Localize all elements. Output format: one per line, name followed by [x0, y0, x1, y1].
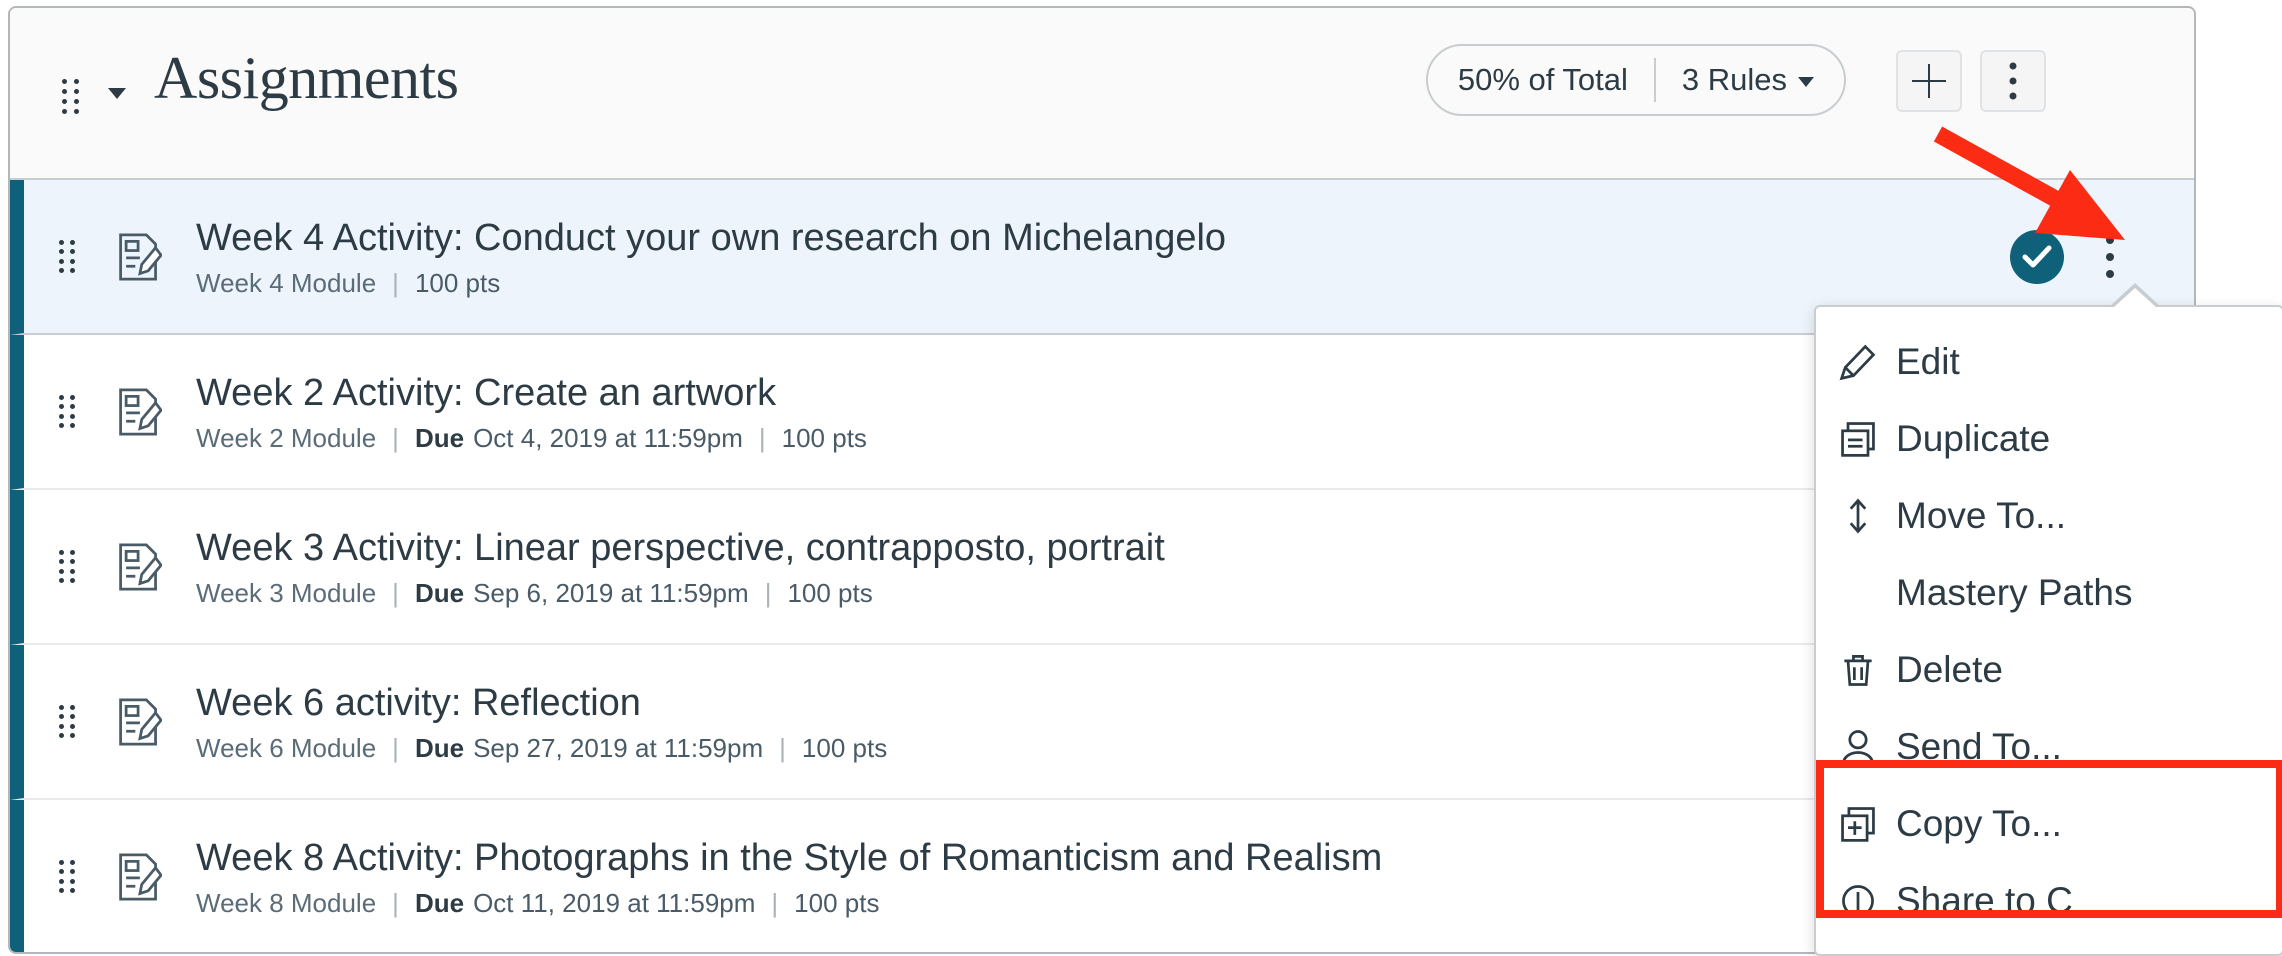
- move-updown-icon: [1838, 496, 1884, 536]
- assignment-points: 100 pts: [794, 887, 880, 918]
- assignment-points: 100 pts: [781, 422, 867, 453]
- context-menu-item-label: Share to C: [1896, 879, 2073, 921]
- drag-handle-icon[interactable]: [56, 703, 78, 741]
- due-date: Oct 11, 2019 at 11:59pm: [473, 887, 756, 918]
- meta-separator: |: [779, 732, 786, 763]
- user-icon: [1838, 727, 1884, 767]
- assignment-text: Week 4 Activity: Conduct your own resear…: [196, 215, 2010, 299]
- context-menu-item-mastery-paths[interactable]: Mastery Paths: [1816, 554, 2282, 631]
- popup-caret: [2113, 288, 2157, 308]
- assignment-icon: [116, 541, 162, 593]
- assignment-row-actions: [2010, 229, 2118, 284]
- assignment-module: Week 6 Module: [196, 732, 377, 763]
- context-menu-item-send-to[interactable]: Send To...: [1816, 708, 2282, 785]
- duplicate-icon: [1838, 419, 1884, 459]
- context-menu-item-copy-to[interactable]: Copy To...: [1816, 785, 2282, 862]
- pencil-icon: [1838, 342, 1884, 382]
- due-date: Sep 6, 2019 at 11:59pm: [473, 577, 749, 608]
- copy-plus-icon: [1838, 804, 1884, 844]
- assignment-module: Week 4 Module: [196, 267, 377, 298]
- meta-separator: |: [771, 887, 779, 918]
- meta-separator: |: [392, 887, 399, 918]
- assignment-title[interactable]: Week 4 Activity: Conduct your own resear…: [196, 215, 2010, 261]
- drag-handle-icon[interactable]: [56, 548, 78, 586]
- meta-separator: |: [758, 422, 766, 453]
- drag-handle-icon[interactable]: [56, 238, 78, 276]
- caret-down-icon[interactable]: [108, 88, 126, 99]
- group-rules-button[interactable]: 3 Rules: [1656, 46, 1844, 114]
- due-label: Due: [414, 577, 465, 608]
- drag-handle-icon[interactable]: [58, 76, 82, 116]
- meta-separator: |: [392, 422, 399, 453]
- trash-icon: [1838, 650, 1884, 690]
- meta-separator: |: [392, 732, 399, 763]
- context-menu-item-edit[interactable]: Edit: [1816, 323, 2282, 400]
- assignment-group-header: Assignments 50% of Total 3 Rules: [10, 8, 2194, 178]
- page-title: Assignments: [154, 45, 459, 111]
- due-label: Due: [414, 887, 465, 918]
- assignment-icon: [116, 851, 162, 903]
- assignment-points: 100 pts: [414, 267, 501, 298]
- meta-separator: |: [392, 577, 399, 608]
- share-icon: [1838, 881, 1884, 921]
- context-menu-item-label: Duplicate: [1896, 417, 2051, 459]
- context-menu-list: Edit Duplicate Move To... Mastery Paths Dele…: [1816, 307, 2282, 939]
- assignment-more-options-button[interactable]: [2102, 232, 2118, 282]
- assignment-module: Week 8 Module: [196, 887, 377, 918]
- context-menu-item-duplicate[interactable]: Duplicate: [1816, 400, 2282, 477]
- assignment-icon: [116, 386, 162, 438]
- chevron-down-icon: [1798, 77, 1814, 87]
- assignment-module: Week 2 Module: [196, 422, 377, 453]
- published-icon[interactable]: [2010, 229, 2064, 284]
- assignment-module: Week 3 Module: [196, 577, 377, 608]
- assignment-context-menu: Edit Duplicate Move To... Mastery Paths Dele…: [1814, 305, 2282, 956]
- context-menu-item-label: Edit: [1896, 340, 1960, 382]
- plus-icon: [1912, 64, 1946, 98]
- context-menu-item-label: Send To...: [1896, 725, 2062, 767]
- assignment-icon: [116, 231, 162, 283]
- due-date: Sep 27, 2019 at 11:59pm: [473, 732, 764, 763]
- kebab-menu-icon: [2009, 62, 2017, 100]
- assignment-points: 100 pts: [801, 732, 888, 763]
- due-date: Oct 4, 2019 at 11:59pm: [473, 422, 743, 453]
- assignment-meta: Week 4 Module | 100 pts: [196, 267, 2010, 299]
- context-menu-item-move-to[interactable]: Move To...: [1816, 477, 2282, 554]
- group-rules-label: 3 Rules: [1681, 62, 1787, 97]
- group-weight-label: 50% of Total: [1457, 62, 1628, 97]
- drag-handle-icon[interactable]: [56, 858, 78, 896]
- context-menu-item-label: Mastery Paths: [1896, 571, 2133, 613]
- context-menu-item-label: Copy To...: [1896, 802, 2062, 844]
- add-assignment-button[interactable]: [1896, 50, 1962, 112]
- due-label: Due: [414, 422, 465, 453]
- context-menu-item-label: Delete: [1896, 648, 2003, 690]
- due-label: Due: [414, 732, 465, 763]
- drag-handle-icon[interactable]: [56, 393, 78, 431]
- group-weight-rules-pill: 50% of Total 3 Rules: [1425, 44, 1846, 116]
- meta-separator: |: [764, 577, 772, 608]
- meta-separator: |: [392, 267, 399, 298]
- assignment-icon: [116, 696, 162, 748]
- context-menu-item-delete[interactable]: Delete: [1816, 631, 2282, 708]
- context-menu-item-label: Move To...: [1896, 494, 2067, 536]
- assignment-points: 100 pts: [787, 577, 873, 608]
- context-menu-item-share-to-c[interactable]: Share to C: [1816, 862, 2282, 939]
- screenshot-canvas: Assignments 50% of Total 3 Rules Week 4 …: [0, 0, 2282, 956]
- group-more-options-button[interactable]: [1980, 50, 2046, 112]
